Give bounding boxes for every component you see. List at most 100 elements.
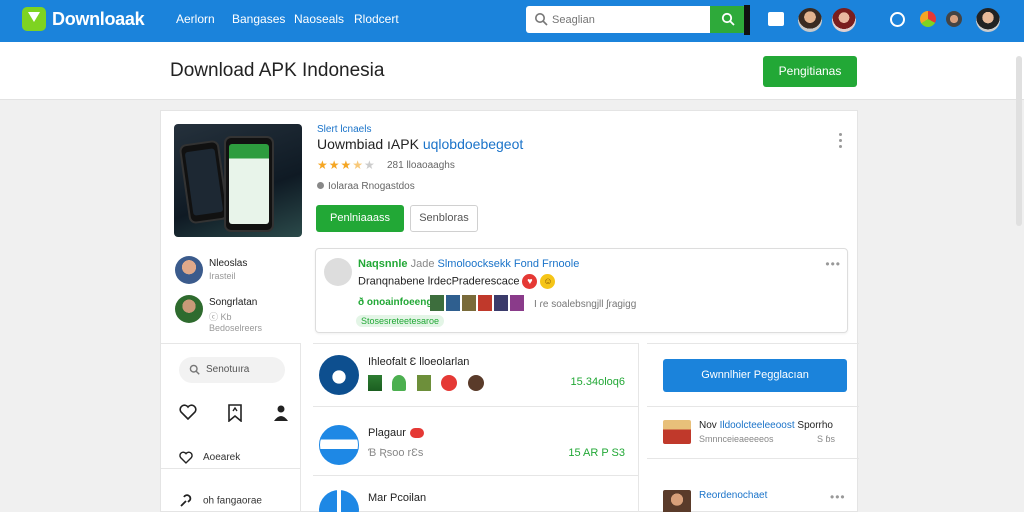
related-thumbnail bbox=[663, 420, 691, 444]
comment-thumbnails bbox=[430, 295, 524, 311]
thumbnail[interactable] bbox=[446, 295, 460, 311]
list-item-size: 15 AR P S3 bbox=[568, 447, 625, 459]
bookmark-icon[interactable] bbox=[227, 404, 243, 422]
header-action-button[interactable]: Pengitianas bbox=[763, 56, 857, 87]
related-title-link[interactable]: Ildoolcteeleeoost bbox=[720, 420, 795, 431]
brand-logo[interactable]: Downloaak bbox=[22, 7, 145, 31]
thumbnail[interactable] bbox=[478, 295, 492, 311]
app-screenshot[interactable] bbox=[174, 124, 302, 237]
search-icon bbox=[535, 13, 548, 26]
comment-body: Dranqnabene lrdecPraderescace bbox=[358, 275, 520, 288]
badge-icon bbox=[416, 374, 431, 391]
comment-author[interactable]: Naqsnnle bbox=[358, 258, 408, 270]
comment-separator: Jade bbox=[410, 258, 435, 270]
nav-link-1[interactable]: Aerlorn bbox=[176, 12, 215, 26]
list-item[interactable]: Plagaur Ɓ Ʀsoo rƐs 15 AR P S3 bbox=[313, 407, 639, 475]
search-button[interactable] bbox=[710, 6, 746, 33]
download-primary-button[interactable]: Gwnnlhier Pegglacıan bbox=[663, 359, 847, 392]
thumbnail[interactable] bbox=[510, 295, 524, 311]
related-subtitle: Smnnceieaeeeeos bbox=[699, 434, 774, 444]
page-scrollbar[interactable] bbox=[1016, 56, 1022, 226]
app-title-link[interactable]: uqlobdoebegeot bbox=[423, 136, 523, 152]
commenter-avatar[interactable] bbox=[324, 258, 352, 286]
right-panel: Gwnnlhier Pegglacıan Nov Ildoolcteeleeoo… bbox=[647, 343, 859, 512]
list-item-size: 15.34oloq6 bbox=[570, 376, 625, 388]
rating-count: 281 lloaoaaghs bbox=[387, 160, 455, 171]
related-more-icon[interactable]: ••• bbox=[830, 490, 846, 504]
sidebar-icon-row bbox=[179, 404, 289, 422]
heart-icon[interactable] bbox=[179, 404, 197, 420]
user-avatar-2[interactable] bbox=[832, 8, 856, 32]
search-box bbox=[526, 6, 746, 33]
more-options-icon[interactable] bbox=[839, 133, 843, 151]
list-item-subtitle: Ɓ Ʀsoo rƐs bbox=[368, 447, 424, 459]
heart-icon bbox=[179, 451, 193, 464]
divider bbox=[161, 468, 301, 469]
related-thumbnail bbox=[663, 490, 691, 512]
related-title: Reordenochaet bbox=[699, 490, 767, 501]
comment-pill[interactable]: Stosesreteetesaroe bbox=[356, 315, 445, 327]
user-avatar-1[interactable] bbox=[798, 8, 822, 32]
heart-emoji-icon: ♥ bbox=[522, 274, 538, 289]
notification-icon[interactable] bbox=[920, 11, 936, 27]
app-meta: Iolaraa Rnogastdos bbox=[317, 181, 415, 192]
sidebar-link-2[interactable]: oh fangaorae bbox=[179, 494, 262, 508]
smile-emoji-icon: ☺ bbox=[540, 274, 556, 289]
secondary-button[interactable]: Senbloras bbox=[410, 205, 478, 232]
list-item-title: Mar Pcoilan bbox=[368, 492, 427, 504]
list-item-title-row: Plagaur bbox=[368, 427, 424, 439]
top-navigation-bar: Downloaak Aerlorn Bangases Naoseals Rlod… bbox=[0, 0, 1024, 42]
badge-icon bbox=[441, 374, 458, 391]
comment-card: Naqsnnle Jade Slmoloocksekk Fond Frnoole… bbox=[315, 248, 848, 333]
user-subtitle: Irasteil bbox=[209, 271, 236, 281]
circle-icon[interactable] bbox=[890, 12, 905, 27]
app-title-text: Uowmbiad ıAPK bbox=[317, 136, 423, 152]
app-category[interactable]: Slert lcnaels bbox=[317, 124, 371, 135]
notification-badge bbox=[409, 428, 424, 439]
app-title: Uowmbiad ıAPK uqlobdoebegeot bbox=[317, 136, 523, 152]
related-subtitle-right: S ɓs bbox=[817, 434, 836, 444]
related-title-link[interactable]: Reordenochaet bbox=[699, 490, 767, 501]
divider bbox=[647, 406, 859, 407]
user-name: Nleoslas bbox=[209, 258, 248, 269]
brand-name: Downloaak bbox=[52, 8, 145, 29]
nav-link-2[interactable]: Bangases bbox=[232, 12, 285, 26]
badge-icon bbox=[368, 374, 382, 391]
comment-link[interactable]: Slmoloocksekk Fond Frnoole bbox=[438, 258, 580, 270]
search-icon bbox=[189, 364, 200, 375]
app-icon bbox=[319, 425, 359, 465]
thumbnail[interactable] bbox=[494, 295, 508, 311]
nav-link-3[interactable]: Naoseals bbox=[294, 12, 344, 26]
thumbnail[interactable] bbox=[462, 295, 476, 311]
nav-link-4[interactable]: Rlodcert bbox=[354, 12, 399, 26]
sidebar-search[interactable]: Senotuıra bbox=[179, 357, 285, 383]
list-item[interactable]: Ihleofalt Ɛ lloeolarlan 15.34oloq6 bbox=[313, 344, 639, 406]
related-title-suffix: Sporrho bbox=[797, 420, 833, 431]
thumbnail[interactable] bbox=[430, 295, 444, 311]
badge-icon bbox=[392, 374, 407, 391]
comment-tag-right: Ι ɾe soalebsngjll ʃragigg bbox=[534, 299, 637, 310]
sidebar-link-label: oh fangaorae bbox=[203, 495, 262, 507]
comment-text: Dranqnabene lrdecPraderescace ♥ ☺ bbox=[358, 274, 556, 289]
profile-avatar[interactable] bbox=[976, 8, 1000, 32]
app-icon bbox=[319, 490, 359, 512]
app-card: Slert lcnaels Uowmbiad ıAPK uqlobdoebege… bbox=[160, 110, 859, 512]
search-input[interactable] bbox=[552, 10, 722, 29]
related-title: Nov Ildoolcteeleeoost Sporrho bbox=[699, 420, 833, 431]
avatar bbox=[175, 295, 203, 323]
sidebar-link-1[interactable]: Aoearek bbox=[179, 451, 240, 464]
comment-more-icon[interactable]: ••• bbox=[825, 257, 841, 271]
page-header: Download APK Indonesia Pengitianas bbox=[0, 42, 1024, 100]
search-divider bbox=[744, 5, 750, 35]
download-button[interactable]: Penlniaaass bbox=[316, 205, 404, 232]
page-title: Download APK Indonesia bbox=[170, 60, 385, 81]
messages-icon[interactable] bbox=[768, 12, 784, 26]
tag-icon bbox=[317, 182, 324, 189]
related-title-prefix: Nov bbox=[699, 420, 720, 431]
sidebar-search-label: Senotuıra bbox=[206, 364, 250, 375]
app-icon bbox=[319, 355, 359, 395]
comment-tag[interactable]: ð onoainfoeeng bbox=[358, 297, 432, 308]
user-icon[interactable] bbox=[273, 404, 289, 422]
list-item[interactable]: Mar Pcoilan bbox=[313, 476, 639, 512]
user-avatar-3[interactable] bbox=[946, 11, 962, 27]
